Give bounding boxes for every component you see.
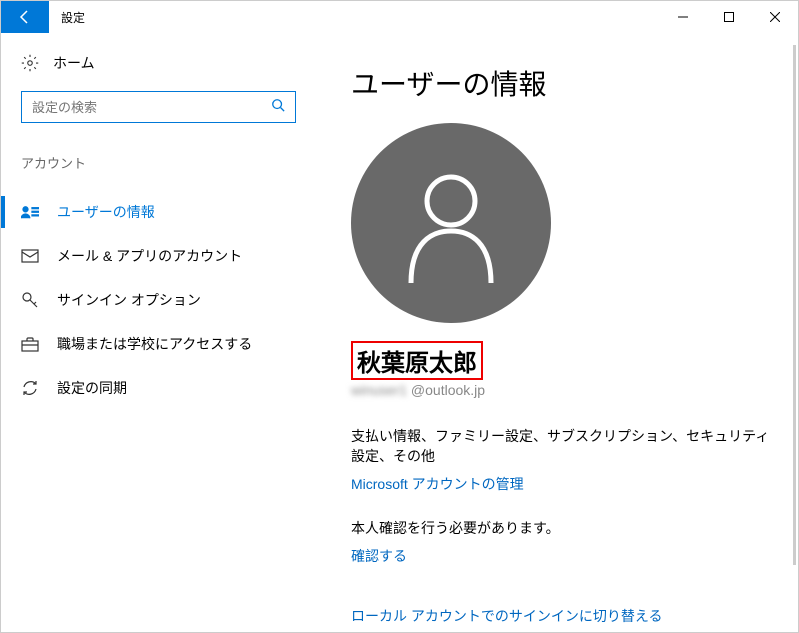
verify-text: 本人確認を行う必要があります。 (351, 518, 778, 538)
maximize-icon (724, 12, 734, 22)
sync-icon (21, 379, 39, 397)
sidebar-section-header: アカウント (21, 153, 311, 172)
payment-info-text: 支払い情報、ファミリー設定、サブスクリプション、セキュリティ設定、その他 (351, 426, 778, 466)
arrow-left-icon (17, 9, 33, 25)
close-icon (770, 12, 780, 22)
person-badge-icon (21, 205, 39, 219)
verify-link[interactable]: 確認する (351, 546, 407, 566)
close-button[interactable] (752, 1, 798, 33)
local-signin-link[interactable]: ローカル アカウントでのサインインに切り替える (351, 606, 662, 626)
avatar (351, 123, 551, 323)
sidebar-item-label: メール & アプリのアカウント (57, 246, 242, 266)
manage-account-link[interactable]: Microsoft アカウントの管理 (351, 474, 524, 494)
briefcase-icon (21, 336, 39, 352)
sidebar-item-signin-options[interactable]: サインイン オプション (21, 278, 311, 322)
sidebar-item-label: サインイン オプション (57, 290, 201, 310)
sidebar-item-work-school[interactable]: 職場または学校にアクセスする (21, 322, 311, 366)
search-input[interactable] (32, 100, 271, 115)
minimize-icon (678, 12, 688, 22)
window-title: 設定 (49, 9, 660, 26)
key-icon (21, 291, 39, 309)
sidebar-item-label: ユーザーの情報 (57, 202, 155, 222)
mail-icon (21, 249, 39, 263)
user-email: winuser1 @outlook.jp (351, 382, 778, 398)
sidebar-item-label: 職場または学校にアクセスする (57, 334, 252, 354)
person-icon (396, 163, 506, 283)
gear-icon (21, 54, 39, 72)
search-icon (271, 98, 285, 117)
home-link[interactable]: ホーム (21, 53, 311, 73)
maximize-button[interactable] (706, 1, 752, 33)
page-title: ユーザーの情報 (351, 63, 778, 103)
sidebar-item-email-accounts[interactable]: メール & アプリのアカウント (21, 234, 311, 278)
scrollbar[interactable] (793, 45, 796, 565)
home-label: ホーム (53, 53, 95, 73)
sidebar-item-label: 設定の同期 (57, 378, 127, 398)
search-input-container[interactable] (21, 91, 296, 123)
user-name: 秋葉原太郎 (351, 341, 483, 380)
minimize-button[interactable] (660, 1, 706, 33)
sidebar-item-user-info[interactable]: ユーザーの情報 (21, 190, 311, 234)
back-button[interactable] (1, 1, 49, 33)
sidebar-item-sync[interactable]: 設定の同期 (21, 366, 311, 410)
